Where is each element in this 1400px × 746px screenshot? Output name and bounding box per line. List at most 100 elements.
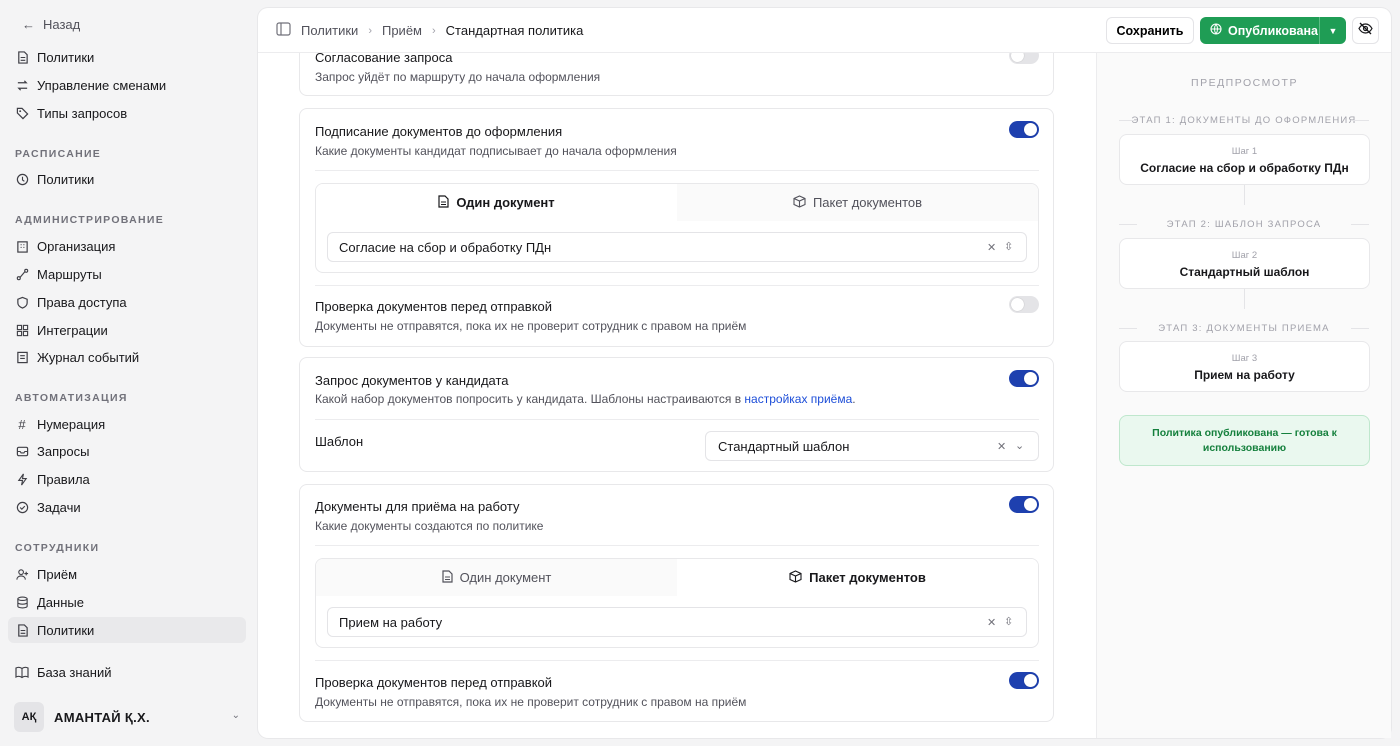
request-card: Запрос документов у кандидата Какой набо…	[299, 357, 1054, 472]
publish-button[interactable]: Опубликована	[1200, 17, 1319, 44]
sidebar-item-tasks[interactable]: Задачи	[8, 494, 246, 520]
select-value: Прием на работу	[339, 614, 443, 630]
sidebar-item-staff-policies[interactable]: Политики	[8, 617, 246, 643]
hiring-settings-link[interactable]: настройках приёма	[744, 392, 852, 406]
tab-label: Пакет документов	[812, 195, 923, 210]
crumb-hiring[interactable]: Приём	[382, 23, 422, 38]
user-menu[interactable]: АҚ АМАНТАЙ Қ.Х. ⌄	[14, 702, 246, 732]
divider	[315, 660, 1039, 661]
building-icon	[15, 239, 29, 253]
sign-check-toggle[interactable]	[1009, 296, 1039, 313]
sidebar-item-routes[interactable]: Маршруты	[8, 261, 246, 287]
sign-document-select[interactable]: Согласие на сбор и обработку ПДн ✕ ⇳	[327, 232, 1027, 262]
sidebar-item-label: Данные	[37, 594, 84, 610]
hire-check-desc: Документы не отправятся, пока их не пров…	[315, 695, 747, 709]
sidebar-item-label: Маршруты	[37, 266, 102, 282]
sign-title: Подписание документов до оформления	[315, 124, 563, 139]
main-panel: Политики › Приём › Стандартная политика …	[258, 8, 1391, 738]
divider	[315, 285, 1039, 286]
hide-preview-button[interactable]	[1352, 17, 1379, 44]
template-select[interactable]: Стандартный шаблон ✕ ⌄	[705, 431, 1039, 461]
doc-mode-tabs: Один документ Пакет документов	[316, 184, 1038, 221]
preview-title: ПРЕДПРОСМОТР	[1191, 77, 1298, 89]
tab-single-document[interactable]: Один документ	[316, 559, 677, 596]
user-plus-icon	[15, 567, 29, 581]
sidebar-toggle-icon[interactable]	[276, 22, 291, 39]
sign-check-title: Проверка документов перед отправкой	[315, 299, 553, 314]
tab-single-document[interactable]: Один документ	[316, 184, 677, 221]
breadcrumb: Политики › Приём › Стандартная политика	[276, 22, 583, 39]
book-icon	[15, 665, 29, 679]
document-icon	[15, 50, 29, 64]
hash-icon: #	[18, 416, 26, 432]
approval-title: Согласование запроса	[315, 53, 453, 65]
sidebar-item-policies[interactable]: Политики	[8, 44, 246, 70]
divider	[315, 170, 1039, 171]
step-number: Шаг 1	[1231, 146, 1258, 157]
chevron-down-icon: ⌄	[1015, 440, 1025, 452]
sidebar-item-label: Политики	[37, 49, 95, 65]
sign-toggle[interactable]	[1009, 121, 1039, 138]
knowledge-base-link[interactable]: База знаний	[8, 659, 246, 685]
sidebar-item-label: Нумерация	[37, 416, 106, 432]
sign-card: Подписание документов до оформления Каки…	[299, 108, 1054, 347]
sort-icon: ⇳	[1004, 616, 1014, 628]
tab-document-package[interactable]: Пакет документов	[677, 559, 1038, 596]
clear-icon[interactable]: ✕	[987, 616, 996, 629]
crumb-policies[interactable]: Политики	[301, 23, 358, 38]
sort-icon: ⇳	[1004, 241, 1014, 253]
step-name: Согласие на сбор и обработку ПДн	[1140, 161, 1349, 175]
doc-mode-tabs: Один документ Пакет документов	[316, 559, 1038, 596]
sidebar-item-request-types[interactable]: Типы запросов	[8, 100, 246, 126]
stage-1-label: ЭТАП 1: ДОКУМЕНТЫ ДО ОФОРМЛЕНИЯ	[1119, 115, 1369, 126]
grid-icon	[15, 323, 29, 337]
chevron-right-icon: ›	[432, 24, 436, 37]
sidebar-item-organization[interactable]: Организация	[8, 233, 246, 259]
approval-toggle[interactable]	[1009, 53, 1039, 64]
crumb-current: Стандартная политика	[445, 23, 584, 38]
sidebar-item-rules[interactable]: Правила	[8, 466, 246, 492]
step-3-card: Шаг 3 Прием на работу	[1119, 341, 1370, 392]
eye-off-icon	[1358, 22, 1373, 40]
database-icon	[15, 595, 29, 609]
shield-icon	[15, 295, 29, 309]
hire-document-select[interactable]: Прием на работу ✕ ⇳	[327, 607, 1027, 637]
file-icon	[438, 194, 449, 211]
hire-check-title: Проверка документов перед отправкой	[315, 675, 553, 690]
hire-check-toggle[interactable]	[1009, 672, 1039, 689]
tab-document-package[interactable]: Пакет документов	[677, 184, 1038, 221]
step-1-card: Шаг 1 Согласие на сбор и обработку ПДн	[1119, 134, 1370, 185]
sidebar-item-label: Типы запросов	[37, 105, 128, 121]
save-button[interactable]: Сохранить	[1106, 17, 1194, 44]
file-icon	[442, 569, 453, 586]
sidebar-item-label: Приём	[37, 566, 78, 582]
chevron-down-icon: ▼	[1328, 25, 1338, 36]
back-label: Назад	[43, 17, 81, 32]
publish-dropdown-button[interactable]: ▼	[1319, 17, 1346, 44]
avatar: АҚ	[14, 702, 44, 732]
request-toggle[interactable]	[1009, 370, 1039, 387]
sidebar-item-hiring[interactable]: Приём	[8, 561, 246, 587]
sidebar-item-events[interactable]: Журнал событий	[8, 344, 246, 370]
globe-icon	[1210, 23, 1222, 38]
stage-3-label: ЭТАП 3: ДОКУМЕНТЫ ПРИЕМА	[1119, 323, 1369, 334]
stage-2-label: ЭТАП 2: ШАБЛОН ЗАПРОСА	[1119, 219, 1369, 230]
sidebar-item-numbering[interactable]: # Нумерация	[8, 411, 246, 437]
hire-docs-toggle[interactable]	[1009, 496, 1039, 513]
hire-doc-selector: Один документ Пакет документов Прием на …	[315, 558, 1039, 648]
sidebar-item-integrations[interactable]: Интеграции	[8, 317, 246, 343]
back-link[interactable]: ← Назад	[22, 17, 80, 32]
sidebar-item-schedule-policies[interactable]: Политики	[8, 166, 246, 192]
sign-desc: Какие документы кандидат подписывает до …	[315, 144, 677, 158]
hire-docs-desc: Какие документы создаются по политике	[315, 519, 544, 533]
clear-icon[interactable]: ✕	[997, 440, 1006, 453]
clear-icon[interactable]: ✕	[987, 241, 996, 254]
sidebar-item-access[interactable]: Права доступа	[8, 289, 246, 315]
sidebar-item-label: Права доступа	[37, 294, 127, 310]
clock-icon	[15, 172, 29, 186]
sidebar-item-data[interactable]: Данные	[8, 589, 246, 615]
step-number: Шаг 3	[1231, 353, 1258, 364]
sidebar-item-shifts[interactable]: Управление сменами	[8, 72, 246, 98]
tab-label: Один документ	[456, 195, 555, 210]
sidebar-item-requests[interactable]: Запросы	[8, 438, 246, 464]
